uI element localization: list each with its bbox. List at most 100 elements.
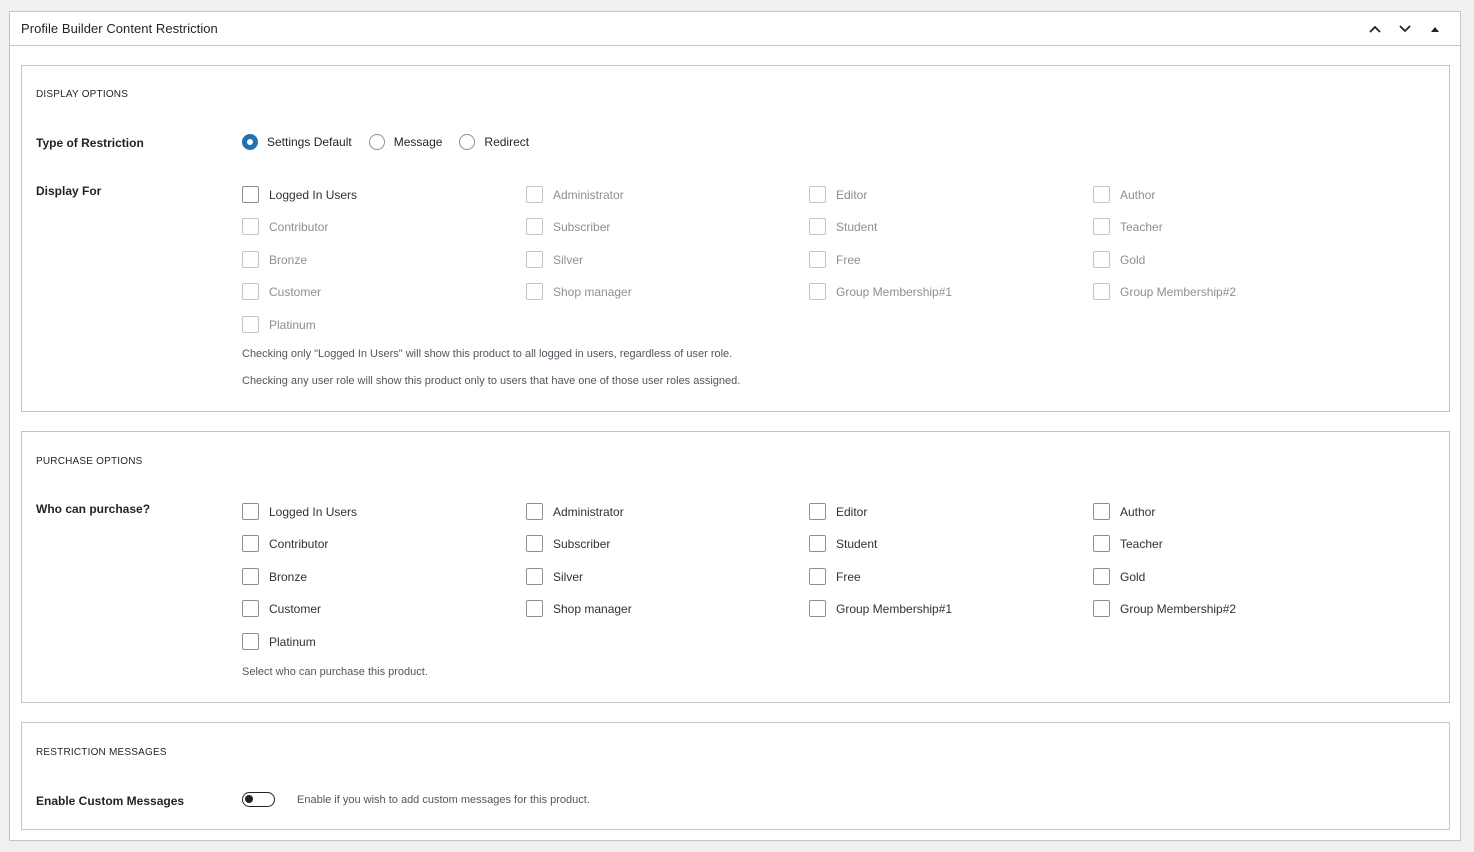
checkbox-label: Gold [1120,252,1146,267]
checkbox[interactable] [1093,503,1110,520]
purchase-role-option[interactable]: Bronze [242,568,307,585]
checkbox-label: Free [836,252,861,267]
display-for-role-option: Teacher [1093,218,1163,235]
checkbox [1093,251,1110,268]
checkbox-label: Customer [269,284,322,299]
section-title-display-options: DISPLAY OPTIONS [36,89,129,100]
type-of-restriction-label: Type of Restriction [36,136,144,150]
checkbox[interactable] [809,535,826,552]
checkbox[interactable] [526,535,543,552]
checkbox-label: Contributor [269,219,329,234]
purchase-role-option[interactable]: Contributor [242,535,328,552]
chevron-up-icon[interactable] [1362,16,1388,42]
radio-label: Settings Default [267,135,352,149]
checkbox-label: Subscriber [553,536,611,551]
checkbox[interactable] [242,186,259,203]
checkbox-label: Platinum [269,317,316,332]
header-actions [1362,16,1448,42]
checkbox-label: Silver [553,252,584,267]
display-for-role-option: Platinum [242,316,316,333]
checkbox-label: Group Membership#1 [836,601,953,616]
triangle-up-icon[interactable] [1422,16,1448,42]
checkbox[interactable] [809,503,826,520]
enable-custom-messages-label: Enable Custom Messages [36,794,185,808]
display-for-role-option: Gold [1093,251,1145,268]
checkbox [809,251,826,268]
checkbox [809,283,826,300]
display-for-role-option[interactable]: Logged In Users [242,186,357,203]
radio-button[interactable] [368,134,385,150]
display-for-role-option: Editor [809,186,867,203]
checkbox[interactable] [809,568,826,585]
checkbox-label: Group Membership#2 [1120,284,1237,299]
checkbox [242,283,259,300]
checkbox[interactable] [242,600,259,617]
purchase-role-option[interactable]: Platinum [242,633,316,650]
display-for-role-option: Bronze [242,251,307,268]
checkbox-label: Gold [1120,569,1146,584]
purchase-role-option[interactable]: Author [1093,503,1155,520]
checkbox[interactable] [526,503,543,520]
checkbox[interactable] [809,600,826,617]
checkbox [809,218,826,235]
checkbox-label: Platinum [269,634,316,649]
purchase-role-option[interactable]: Group Membership#2 [1093,600,1236,617]
restriction-radio-option[interactable]: Settings Default [242,134,352,150]
display-for-role-option: Silver [526,251,583,268]
checkbox[interactable] [1093,568,1110,585]
checkbox[interactable] [526,568,543,585]
radio-label: Redirect [484,135,530,149]
checkbox-label: Teacher [1120,219,1163,234]
purchase-role-option[interactable]: Logged In Users [242,503,357,520]
purchase-role-option[interactable]: Customer [242,600,321,617]
checkbox-label: Shop manager [553,601,632,616]
display-for-role-option: Customer [242,283,321,300]
restriction-radio-option[interactable]: Message [368,134,442,150]
display-for-role-option: Free [809,251,861,268]
checkbox-label: Contributor [269,536,329,551]
display-options-section: DISPLAY OPTIONS Type of Restriction Sett… [21,65,1450,412]
purchase-role-option[interactable]: Administrator [526,503,624,520]
checkbox[interactable] [526,600,543,617]
purchase-role-option[interactable]: Teacher [1093,535,1163,552]
restriction-radio-option[interactable]: Redirect [459,134,529,150]
metabox-header: Profile Builder Content Restriction [10,12,1460,46]
checkbox[interactable] [242,535,259,552]
who-can-purchase-label: Who can purchase? [36,502,151,516]
checkbox [526,283,543,300]
checkbox[interactable] [1093,600,1110,617]
checkbox [526,218,543,235]
metabox-title: Profile Builder Content Restriction [21,21,218,36]
radio-button[interactable] [459,134,476,150]
checkbox-label: Silver [553,569,584,584]
checkbox-label: Student [836,536,878,551]
display-for-role-option: Author [1093,186,1155,203]
purchase-role-option[interactable]: Shop manager [526,600,632,617]
chevron-down-icon[interactable] [1392,16,1418,42]
content-restriction-metabox: Profile Builder Content Restriction DISP… [9,11,1461,841]
purchase-role-option[interactable]: Gold [1093,568,1145,585]
purchase-role-option[interactable]: Student [809,535,877,552]
checkbox-label: Group Membership#2 [1120,601,1237,616]
custom-messages-toggle[interactable] [242,792,275,807]
checkbox-label: Editor [836,504,868,519]
purchase-role-option[interactable]: Free [809,568,861,585]
display-for-role-option: Contributor [242,218,328,235]
display-for-role-option: Student [809,218,877,235]
purchase-role-option[interactable]: Group Membership#1 [809,600,952,617]
checkbox-label: Administrator [553,187,624,202]
checkbox-label: Logged In Users [269,504,358,519]
purchase-role-option[interactable]: Editor [809,503,867,520]
checkbox-label: Administrator [553,504,624,519]
checkbox[interactable] [242,503,259,520]
purchase-role-option[interactable]: Silver [526,568,583,585]
display-for-help-1: Checking only "Logged In Users" will sho… [242,348,733,360]
checkbox [1093,186,1110,203]
checkbox[interactable] [242,568,259,585]
checkbox[interactable] [242,633,259,650]
section-title-purchase-options: PURCHASE OPTIONS [36,456,143,467]
purchase-role-option[interactable]: Subscriber [526,535,610,552]
checkbox-label: Editor [836,187,868,202]
checkbox[interactable] [1093,535,1110,552]
radio-button[interactable] [242,134,258,150]
